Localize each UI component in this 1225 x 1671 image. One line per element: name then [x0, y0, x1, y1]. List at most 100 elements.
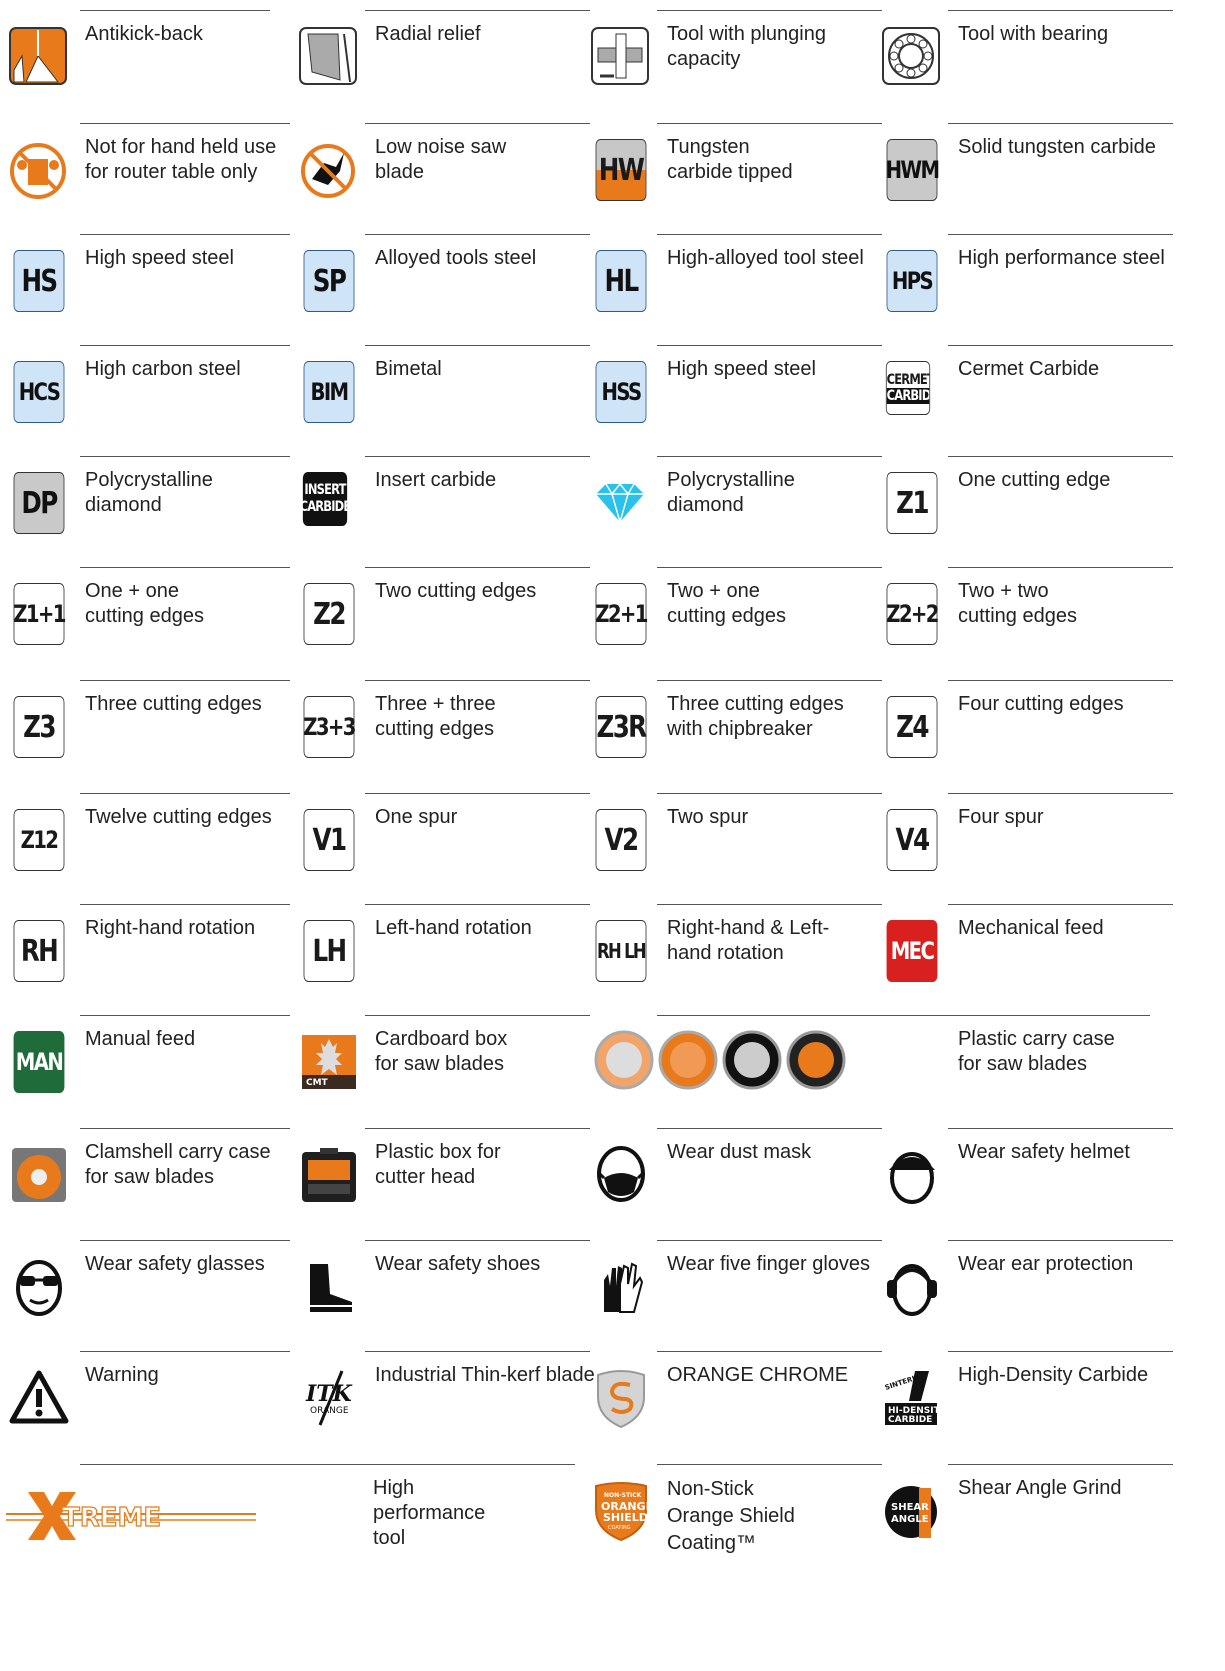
legend-label: Not for hand held use for router table o… — [85, 136, 277, 183]
z12-badge: Z12 — [8, 809, 70, 871]
legend-item-z4: Z4 Four cutting edges — [873, 670, 1173, 780]
ear-protection-icon — [881, 1256, 943, 1318]
legend-item-diamond: Polycrystalline diamond — [582, 446, 882, 556]
legend-label: Antikick-back — [85, 23, 203, 45]
glasses-icon — [8, 1256, 70, 1318]
hwm-badge: HWM — [881, 139, 943, 201]
rh-lh-badge: RH LH — [590, 920, 652, 982]
dust-mask-icon — [590, 1144, 652, 1206]
legend-label: Low noise saw blade — [375, 136, 507, 183]
legend-label: Right-hand & Left-hand rotation — [667, 917, 830, 964]
legend-item-rh: RH Right-hand rotation — [0, 894, 300, 1004]
legend-item-z3: Z3 Three cutting edges — [0, 670, 300, 780]
gloves-icon — [590, 1256, 652, 1318]
svg-text:ANGLE: ANGLE — [891, 1514, 929, 1525]
legend-label: Two cutting edges — [375, 580, 537, 602]
legend-item-orange-shield: NON-STICK ORANGE SHIELD COATING Non-Stick O… — [582, 1454, 882, 1564]
legend-label: Manual feed — [85, 1028, 196, 1050]
legend-label: Bimetal — [375, 358, 442, 380]
legend-item-dust-mask: Wear dust mask — [582, 1118, 882, 1228]
z4-badge: Z4 — [881, 696, 943, 758]
shoes-icon — [298, 1256, 360, 1318]
legend-item-xtreme: High performance tool — [290, 1454, 590, 1564]
svg-text:TREME: TREME — [62, 1503, 161, 1533]
legend-item-bearing: Tool with bearing — [873, 0, 1173, 110]
carry-case-images — [582, 1005, 862, 1115]
dp-badge: DP — [8, 472, 70, 534]
orange-shield-icon: NON-STICK ORANGE SHIELD COATING — [590, 1480, 652, 1542]
legend-label: Tool with plunging capacity — [667, 23, 826, 70]
legend-item-radial-relief: Radial relief — [290, 0, 590, 110]
legend-label: Insert carbide — [375, 469, 497, 491]
legend-label: Three cutting edges — [85, 693, 262, 715]
svg-text:ORANGE: ORANGE — [310, 1406, 349, 1416]
legend-item-cermet: CERMETCARBIDE Cermet Carbide — [873, 335, 1173, 445]
legend-label: High carbon steel — [85, 358, 241, 380]
lh-badge: LH — [298, 920, 360, 982]
legend-label: Polycrystalline diamond — [667, 469, 795, 516]
svg-text:CARBIDE: CARBIDE — [888, 1415, 932, 1425]
legend-label: Four spur — [958, 806, 1044, 828]
legend-label: Three cutting edges with chipbreaker — [667, 693, 844, 740]
z1plus1-badge: Z1+1 — [8, 583, 70, 645]
legend-item-plastic-box: Plastic box for cutter head — [290, 1118, 590, 1228]
legend-item-orange-chrome: ORANGE CHROME — [582, 1341, 882, 1451]
legend-item-insert: INSERT CARBIDE Insert carbide — [290, 446, 590, 556]
low-noise-icon — [298, 139, 360, 201]
legend-item-hwm: HWM Solid tungsten carbide — [873, 113, 1173, 223]
insert-carbide-badge: INSERT CARBIDE — [298, 472, 352, 526]
svg-text:CMT: CMT — [306, 1078, 329, 1088]
legend-item-low-noise: Low noise saw blade — [290, 113, 590, 223]
bim-badge: BIM — [298, 361, 360, 423]
helmet-icon — [881, 1144, 943, 1206]
legend-label: High speed steel — [667, 358, 816, 380]
legend-item-z3p3: Z3+3 Three + three cutting edges — [290, 670, 590, 780]
legend-item-ear: Wear ear protection — [873, 1230, 1173, 1340]
legend-label: ORANGE CHROME — [667, 1364, 849, 1386]
shear-angle-icon: SHEAR ANGLE — [881, 1480, 943, 1542]
xtreme-logo: TREME — [0, 1454, 290, 1564]
legend-item-no-hand-held: Not for hand held use for router table o… — [0, 113, 300, 223]
mec-badge: MEC — [881, 920, 943, 982]
svg-text:NON-STICK: NON-STICK — [604, 1492, 642, 1499]
legend-label: Alloyed tools steel — [375, 247, 537, 269]
legend-item-hcs: HCS High carbon steel — [0, 335, 300, 445]
legend-label: Plastic box for cutter head — [375, 1141, 501, 1188]
legend-label: Polycrystalline diamond — [85, 469, 213, 516]
legend-item-carry-case: Plastic carry case for saw blades — [873, 1005, 1173, 1115]
legend-label: Solid tungsten carbide — [958, 136, 1156, 158]
legend-label: High performance tool — [373, 1477, 486, 1549]
z3plus3-badge: Z3+3 — [298, 696, 360, 758]
legend-item-shoes: Wear safety shoes — [290, 1230, 590, 1340]
legend-label: Right-hand rotation — [85, 917, 256, 939]
legend-label: High performance steel — [958, 247, 1165, 269]
diamond-icon — [590, 472, 652, 534]
legend-item-man: MAN Manual feed — [0, 1005, 300, 1115]
legend-label: Tool with bearing — [958, 23, 1109, 45]
v4-badge: V4 — [881, 809, 943, 871]
hps-badge: HPS — [881, 250, 943, 312]
legend-label: High speed steel — [85, 247, 234, 269]
warning-icon — [8, 1367, 70, 1429]
legend-label: Two spur — [667, 806, 749, 828]
legend-label: Industrial Thin-kerf blade — [375, 1364, 595, 1386]
legend-item-z2p2: Z2+2 Two + two cutting edges — [873, 557, 1173, 667]
legend-item-clamshell: Clamshell carry case for saw blades — [0, 1118, 300, 1228]
z2plus2-badge: Z2+2 — [881, 583, 943, 645]
rh-badge: RH — [8, 920, 70, 982]
legend-label: Wear five finger gloves — [667, 1253, 871, 1275]
legend-item-dp: DP Polycrystalline diamond — [0, 446, 300, 556]
no-hand-held-icon — [8, 139, 70, 201]
man-badge: MAN — [8, 1031, 70, 1093]
legend-label: Cardboard box for saw blades — [375, 1028, 508, 1075]
hs-badge: HS — [8, 250, 70, 312]
legend-item-z1: Z1 One cutting edge — [873, 446, 1173, 556]
legend-item-hd-carbide: SINTERHIP HI-DENSITY CARBIDE High-Density … — [873, 1341, 1173, 1451]
legend-label: Cermet Carbide — [958, 358, 1100, 380]
z1-badge: Z1 — [881, 472, 943, 534]
legend-item-z3r: Z3R Three cutting edges with chipbreaker — [582, 670, 882, 780]
legend-label: Twelve cutting edges — [85, 806, 272, 828]
legend-item-rh-lh: RH LH Right-hand & Left-hand rotation — [582, 894, 882, 1004]
legend-label: Warning — [85, 1364, 159, 1386]
legend-label: Four cutting edges — [958, 693, 1124, 715]
